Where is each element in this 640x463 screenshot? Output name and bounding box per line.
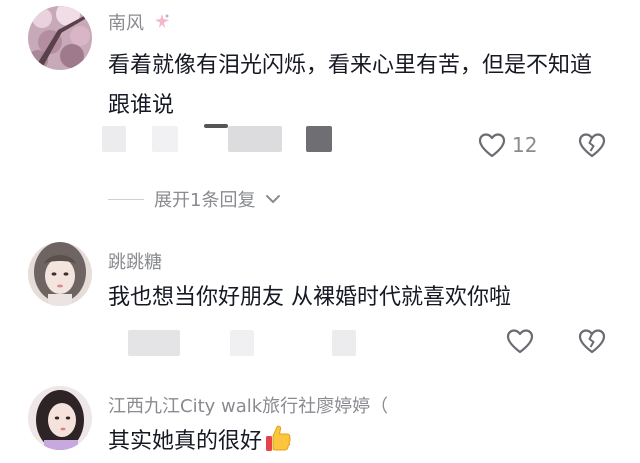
heart-icon (478, 132, 506, 158)
comment-text-body: 其实她真的很好 (108, 429, 263, 454)
comment-2: 跳跳糖 我也想当你好朋友 从裸婚时代就喜欢你啦 (0, 236, 640, 366)
broken-heart-icon (578, 133, 606, 158)
username[interactable]: 南风 (108, 9, 172, 37)
avatar[interactable] (28, 386, 92, 450)
dislike-button[interactable] (578, 132, 606, 158)
comment-text: 其实她真的很好 (108, 422, 598, 462)
username-label: 南风 (108, 13, 144, 34)
expand-replies-button[interactable]: 展开1条回复 (108, 186, 281, 212)
like-button[interactable]: 12 (478, 132, 537, 158)
dislike-button[interactable] (578, 328, 606, 354)
chevron-down-icon (265, 190, 281, 209)
divider-line (108, 198, 144, 200)
expand-replies-label: 展开1条回复 (154, 190, 256, 211)
username[interactable]: 跳跳糖 (108, 248, 162, 274)
broken-heart-icon (578, 329, 606, 354)
comment-text: 我也想当你好朋友 从裸婚时代就喜欢你啦 (108, 285, 511, 310)
comment-3: 江西九江City walk旅行社廖婷婷（ 其实她真的很好 (0, 380, 640, 463)
comment-1: 南风 看着就像有泪光闪烁，看来心里有苦，但是不知道跟谁说 12 (0, 0, 640, 180)
blurred-meta (100, 330, 360, 360)
fairy-sparkle-icon (152, 12, 172, 37)
thumbs-up-emoji-icon (264, 424, 292, 454)
like-count: 12 (512, 133, 538, 157)
avatar[interactable] (28, 242, 92, 306)
comment-text: 看着就像有泪光闪烁，看来心里有苦，但是不知道跟谁说 (108, 53, 593, 118)
like-button[interactable] (506, 328, 534, 354)
heart-icon (506, 329, 534, 354)
blurred-meta (100, 124, 340, 156)
username[interactable]: 江西九江City walk旅行社廖婷婷（ (108, 392, 388, 418)
avatar[interactable] (28, 6, 92, 70)
